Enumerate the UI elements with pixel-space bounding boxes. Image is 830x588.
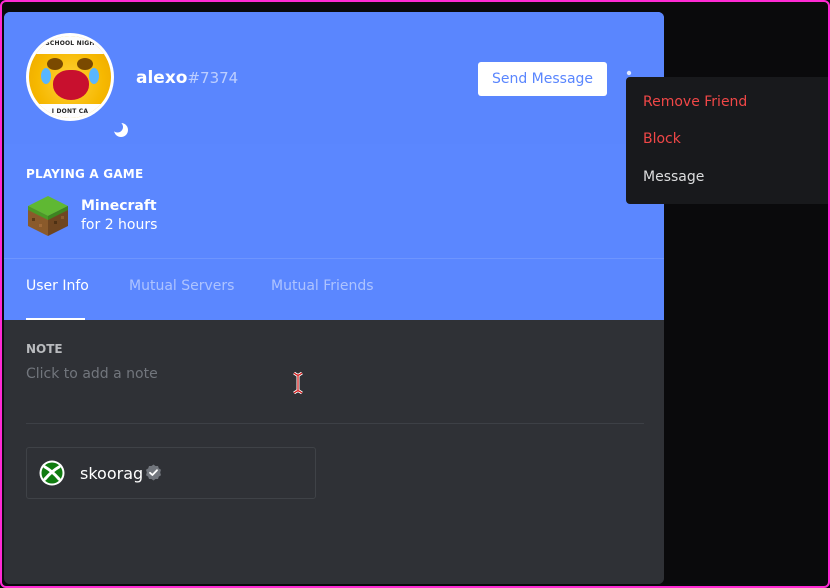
verified-check-icon: [146, 464, 161, 481]
discriminator: #7374: [187, 69, 239, 87]
avatar[interactable]: SCHOOL NIGH I DONT CA: [26, 33, 134, 143]
avatar-mouth: [53, 70, 89, 100]
xbox-icon: [39, 460, 65, 486]
avatar-tear-right: [89, 68, 99, 84]
avatar-eye-left: [47, 58, 63, 70]
connected-account[interactable]: skoorag: [26, 447, 316, 499]
body-divider: [26, 423, 644, 424]
tab-user-info[interactable]: User Info: [26, 278, 89, 294]
activity-label: PLAYING A GAME: [26, 167, 144, 181]
menu-item-block[interactable]: Block: [643, 131, 681, 147]
status-badge: [108, 117, 134, 143]
account-name: skoorag: [80, 464, 144, 483]
profile-body: NOTE Click to add a note skoorag: [4, 320, 664, 584]
tab-mutual-friends[interactable]: Mutual Friends: [271, 278, 374, 294]
game-name: Minecraft: [81, 198, 157, 214]
menu-item-remove-friend[interactable]: Remove Friend: [643, 94, 747, 110]
avatar-image: SCHOOL NIGH I DONT CA: [29, 36, 111, 118]
username-text: alexo: [136, 68, 188, 88]
avatar-tear-left: [41, 68, 51, 84]
context-menu: Remove Friend Block Message: [626, 77, 830, 204]
menu-item-message[interactable]: Message: [643, 169, 704, 185]
note-input[interactable]: Click to add a note: [26, 366, 158, 382]
send-message-button[interactable]: Send Message: [478, 62, 607, 96]
game-duration: for 2 hours: [81, 217, 158, 233]
header-divider: [4, 258, 664, 259]
note-label: NOTE: [26, 342, 63, 356]
moon-icon: [112, 121, 128, 137]
profile-header: SCHOOL NIGH I DONT CA alexo#7374 Send Me…: [4, 12, 664, 320]
minecraft-grass-block-icon: [28, 196, 68, 236]
avatar-caption-bottom: I DONT CA: [51, 108, 89, 115]
username: alexo#7374: [136, 68, 238, 88]
tab-mutual-servers[interactable]: Mutual Servers: [129, 278, 234, 294]
user-profile-modal: SCHOOL NIGH I DONT CA alexo#7374 Send Me…: [4, 12, 664, 584]
text-cursor-icon: [293, 372, 303, 394]
avatar-caption-top: SCHOOL NIGH: [45, 40, 95, 47]
kebab-menu-icon[interactable]: [626, 70, 632, 76]
